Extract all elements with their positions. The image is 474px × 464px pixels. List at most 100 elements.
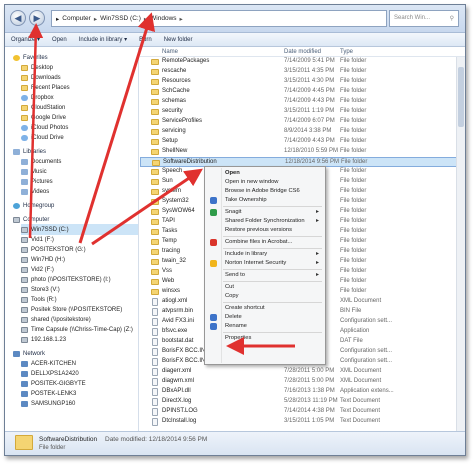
file-type: File folder bbox=[340, 268, 367, 274]
folder-icon bbox=[151, 139, 159, 145]
file-date: 3/15/2011 4:30 PM bbox=[284, 78, 335, 84]
file-name: diagwrn.xml bbox=[162, 378, 195, 384]
file-name: System32 bbox=[162, 198, 189, 204]
vertical-scrollbar[interactable] bbox=[456, 57, 465, 433]
nav-item-label: Tools (R:) bbox=[31, 296, 57, 303]
column-date-modified[interactable]: Date modified bbox=[284, 49, 321, 55]
breadcrumb-windows[interactable]: Windows bbox=[150, 15, 176, 22]
nav-item-network[interactable]: SAMSUNGP160 bbox=[21, 398, 75, 409]
include-in-library-button[interactable]: Include in library ▾ bbox=[79, 36, 127, 43]
explorer-window: ◀ ▶ ▸ Computer ▸ Win7SSD (C:) ▸ Windows … bbox=[4, 4, 466, 456]
menu-item-copy[interactable]: Copy bbox=[205, 292, 325, 301]
forward-button[interactable]: ▶ bbox=[29, 10, 45, 26]
drive-icon bbox=[21, 266, 28, 273]
drive-icon bbox=[21, 306, 28, 313]
menu-item-open-in-new-window[interactable]: Open in new window bbox=[205, 178, 325, 187]
back-button[interactable]: ◀ bbox=[10, 10, 26, 26]
menu-item-snagit[interactable]: Snagit ▸ bbox=[205, 208, 325, 217]
table-row[interactable]: DPINST.LOG 7/14/2014 4:38 PM Text Document bbox=[140, 407, 465, 417]
menu-separator bbox=[223, 281, 322, 282]
menu-item-browse-in-adobe-bridge-cs6[interactable]: Browse in Adobe Bridge CS6 bbox=[205, 187, 325, 196]
folder-icon bbox=[151, 259, 159, 265]
open-button[interactable]: Open bbox=[52, 37, 67, 43]
table-row[interactable]: Resources 3/15/2011 4:30 PM File folder bbox=[140, 77, 465, 87]
burn-button[interactable]: Burn bbox=[139, 37, 152, 43]
breadcrumb-separator[interactable]: ▸ bbox=[94, 15, 97, 23]
file-name: ServiceProfiles bbox=[162, 118, 203, 124]
table-row[interactable]: DtcInstall.log 3/15/2011 1:05 PM Text Docu… bbox=[140, 417, 465, 427]
table-row[interactable]: DBxAPI.dll 7/16/2013 1:38 PM Application e… bbox=[140, 387, 465, 397]
file-name: bootstat.dat bbox=[162, 338, 194, 344]
folder-icon bbox=[151, 189, 159, 195]
submenu-arrow-icon: ▸ bbox=[315, 218, 319, 224]
menu-item-label: Combine files in Acrobat... bbox=[225, 239, 293, 245]
menu-item-label: Norton Internet Security bbox=[225, 260, 287, 266]
table-row[interactable]: ShellNew 12/18/2010 5:59 PM File folder bbox=[140, 147, 465, 157]
search-icon: ⚲ bbox=[449, 16, 454, 22]
search-input[interactable]: Search Win... ⚲ bbox=[389, 10, 459, 27]
menu-item-send-to[interactable]: Send to ▸ bbox=[205, 271, 325, 280]
table-row[interactable]: Setup 7/14/2009 4:43 PM File folder bbox=[140, 137, 465, 147]
navigation-pane: Favorites Desktop Downloads Recent Places Dr… bbox=[5, 48, 139, 433]
nav-item-label: Music bbox=[31, 168, 47, 175]
menu-item-restore-previous-versions[interactable]: Restore previous versions bbox=[205, 226, 325, 235]
table-row[interactable]: SchCache 7/14/2009 4:45 PM File folder bbox=[140, 87, 465, 97]
table-row[interactable]: schemas 7/14/2009 4:43 PM File folder bbox=[140, 97, 465, 107]
file-type: File folder bbox=[340, 68, 367, 74]
breadcrumb-computer[interactable]: Computer bbox=[62, 15, 91, 22]
menu-item-create-shortcut[interactable]: Create shortcut bbox=[205, 304, 325, 313]
file-type: File folder bbox=[340, 188, 367, 194]
menu-item-combine-files-in-acrobat[interactable]: Combine files in Acrobat... bbox=[205, 238, 325, 247]
menu-item-include-in-library[interactable]: Include in library ▸ bbox=[205, 250, 325, 259]
file-date: 7/14/2009 6:07 PM bbox=[284, 118, 335, 124]
lib-icon bbox=[13, 148, 20, 155]
nav-item-label: POSITEK-GIGBYTE bbox=[31, 380, 86, 387]
file-icon bbox=[152, 298, 158, 306]
nav-item-favorite[interactable]: iCloud Drive bbox=[21, 132, 64, 143]
address-bar[interactable]: ▸ Computer ▸ Win7SSD (C:) ▸ Windows ▸ bbox=[51, 10, 387, 27]
organize-button[interactable]: Organize ▾ bbox=[11, 36, 40, 43]
snagit-icon bbox=[210, 209, 217, 216]
menu-item-properties[interactable]: Properties bbox=[205, 334, 325, 343]
table-row[interactable]: security 3/15/2011 1:19 PM File folder bbox=[140, 107, 465, 117]
column-type[interactable]: Type bbox=[340, 49, 353, 55]
table-row[interactable]: RemotePackages 7/14/2009 5:41 PM File fold… bbox=[140, 57, 465, 67]
scrollbar-thumb[interactable] bbox=[458, 67, 464, 127]
new-folder-button[interactable]: New folder bbox=[164, 37, 193, 43]
file-type: File folder bbox=[340, 238, 367, 244]
acrobat-icon bbox=[210, 239, 217, 246]
table-row[interactable]: DirectX.log 5/28/2013 11:19 PM Text Docume… bbox=[140, 397, 465, 407]
breadcrumb-drive[interactable]: Win7SSD (C:) bbox=[100, 15, 141, 22]
file-type: Text Document bbox=[340, 408, 381, 414]
breadcrumb-separator[interactable]: ▸ bbox=[144, 15, 147, 23]
table-row[interactable]: diagerr.xml 7/28/2011 5:00 PM XML Document bbox=[140, 367, 465, 377]
menu-item-rename[interactable]: Rename bbox=[205, 322, 325, 331]
menu-item-delete[interactable]: Delete bbox=[205, 313, 325, 322]
file-name: winsxs bbox=[162, 288, 181, 294]
file-type: File folder bbox=[340, 78, 367, 84]
breadcrumb-separator[interactable]: ▸ bbox=[180, 15, 183, 23]
star-icon bbox=[13, 54, 20, 61]
table-row[interactable]: diagwrn.xml 7/28/2011 5:00 PM XML Document bbox=[140, 377, 465, 387]
table-row[interactable]: servicing 8/9/2014 3:38 PM File folder bbox=[140, 127, 465, 137]
file-name: Resources bbox=[162, 78, 191, 84]
nav-item-drive[interactable]: 192.168.1.23 bbox=[21, 334, 66, 345]
table-row[interactable]: ServiceProfiles 7/14/2009 6:07 PM File fol… bbox=[140, 117, 465, 127]
nav-item-label: Win7SSD (C:) bbox=[31, 226, 69, 233]
nav-item-library[interactable]: Videos bbox=[21, 186, 49, 197]
menu-separator bbox=[223, 248, 322, 249]
menu-item-norton-internet-security[interactable]: Norton Internet Security ▸ bbox=[205, 259, 325, 268]
menu-item-open[interactable]: Open bbox=[205, 169, 325, 178]
file-date: 7/16/2013 1:38 PM bbox=[284, 388, 335, 394]
file-type: XML Document bbox=[340, 368, 382, 374]
menu-item-take-ownership[interactable]: Take Ownership bbox=[205, 196, 325, 205]
column-name[interactable]: Name bbox=[162, 49, 178, 55]
menu-item-shared-folder-synchronization[interactable]: Shared Folder Synchronization ▸ bbox=[205, 217, 325, 226]
menu-item-cut[interactable]: Cut bbox=[205, 283, 325, 292]
table-row[interactable]: rescache 3/15/2011 4:35 PM File folder bbox=[140, 67, 465, 77]
nav-item-label: Vid2 (F:) bbox=[31, 266, 54, 273]
nav-homegroup[interactable]: Homegroup bbox=[13, 200, 54, 211]
shield-icon bbox=[210, 323, 217, 330]
menu-separator bbox=[223, 206, 322, 207]
lib-icon bbox=[21, 178, 28, 185]
